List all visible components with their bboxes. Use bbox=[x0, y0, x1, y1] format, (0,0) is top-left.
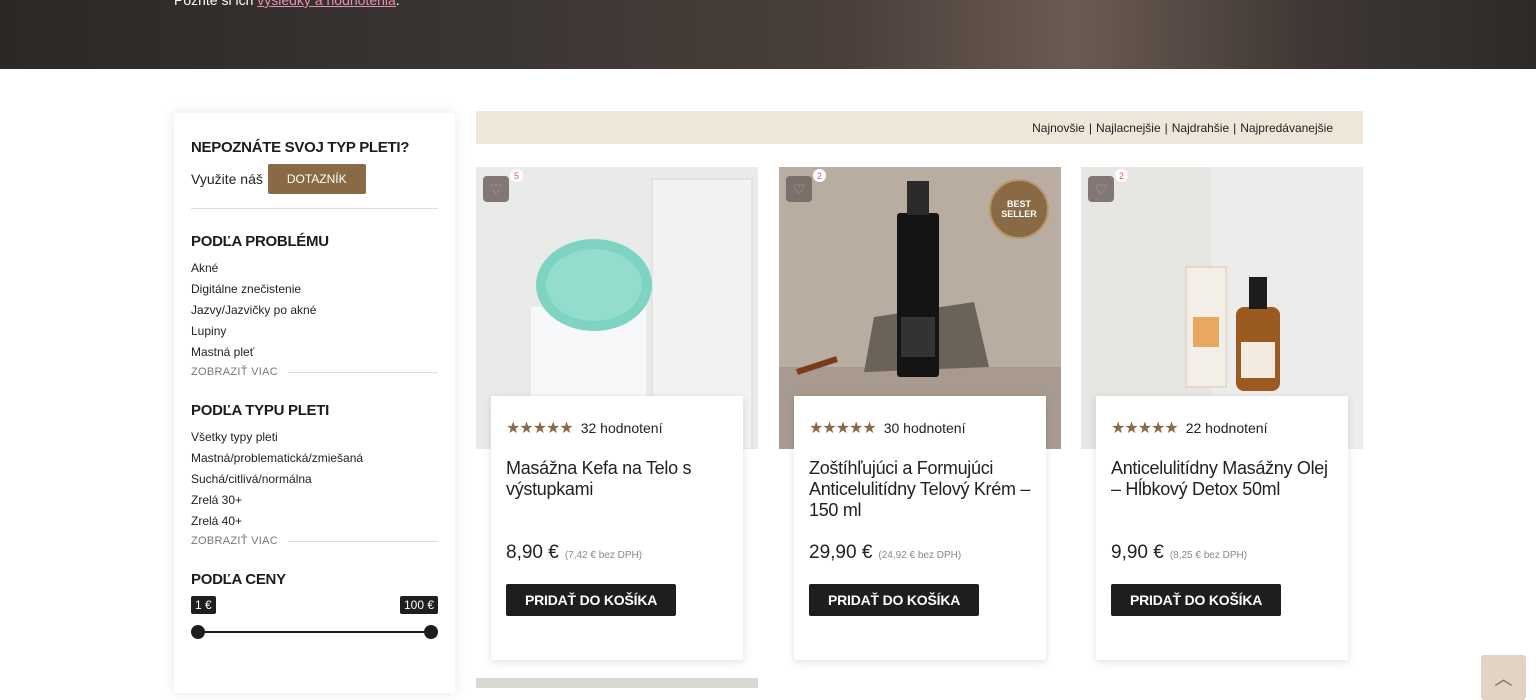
price-slider[interactable] bbox=[191, 625, 438, 639]
show-more-problem[interactable]: ZOBRAZIŤ VIAC bbox=[191, 366, 278, 378]
price-max: 100 € bbox=[399, 596, 438, 614]
filter-price: PODĽA CENY 1 € 100 € bbox=[191, 571, 438, 639]
star-icon: ★★★★★ bbox=[1111, 420, 1179, 437]
heart-icon[interactable]: ♡ bbox=[483, 176, 509, 202]
quiz-button[interactable]: DOTAZNÍK bbox=[267, 164, 366, 194]
filter-option[interactable]: Akné bbox=[191, 258, 438, 279]
filter-skin-list: Všetky typy pleti Mastná/problematická/z… bbox=[191, 427, 438, 532]
wishlist-count: 5 bbox=[510, 169, 523, 182]
divider bbox=[191, 208, 438, 209]
filter-sidebar: NEPOZNÁTE SVOJ TYP PLETI? Využite náš DO… bbox=[174, 113, 455, 693]
star-icon: ★★★★★ bbox=[809, 420, 877, 437]
add-to-cart-button[interactable]: PRIDAŤ DO KOŠÍKA bbox=[506, 584, 677, 616]
price-range-labels: 1 € 100 € bbox=[191, 596, 438, 614]
divider bbox=[288, 540, 438, 542]
chevron-up-icon[interactable]: ︿ bbox=[1481, 655, 1526, 700]
price-row: 29,90 € (24,92 € bez DPH) bbox=[809, 542, 1031, 564]
quiz-heading: NEPOZNÁTE SVOJ TYP PLETI? bbox=[191, 139, 410, 156]
filter-problem-list: Akné Digitálne znečistenie Jazvy/Jazvičk… bbox=[191, 258, 438, 363]
product-card-partial[interactable] bbox=[476, 678, 758, 688]
filter-price-heading: PODĽA CENY bbox=[191, 571, 286, 588]
price-slider-max-handle[interactable] bbox=[424, 625, 438, 639]
add-to-cart-button[interactable]: PRIDAŤ DO KOŠÍKA bbox=[1111, 584, 1282, 616]
star-icon: ★★★★★ bbox=[506, 420, 574, 437]
product-price: 29,90 € bbox=[809, 542, 873, 563]
quiz-prefix: Využite náš bbox=[191, 171, 263, 187]
product-price: 9,90 € bbox=[1111, 542, 1164, 563]
wishlist-count: 2 bbox=[813, 169, 826, 182]
filter-option[interactable]: Suchá/citlivá/normálna bbox=[191, 469, 438, 490]
filter-skin-type: PODĽA TYPU PLETI Všetky typy pleti Mastn… bbox=[191, 402, 438, 547]
price-slider-min-handle[interactable] bbox=[191, 625, 205, 639]
product-price: 8,90 € bbox=[506, 542, 559, 563]
filter-option[interactable]: Zrelá 30+ bbox=[191, 490, 438, 511]
wishlist-count: 2 bbox=[1115, 169, 1128, 182]
product-info: ★★★★★ 22 hodnotení Anticelulitídny Masáž… bbox=[1096, 396, 1348, 660]
sort-bar: Najnovšie | Najlacnejšie | Najdrahšie | … bbox=[476, 111, 1363, 144]
price-row: 9,90 € (8,25 € bez DPH) bbox=[1111, 542, 1333, 564]
sort-cheapest[interactable]: Najlacnejšie bbox=[1096, 121, 1161, 135]
review-count: 22 hodnotení bbox=[1185, 420, 1268, 436]
review-count: 30 hodnotení bbox=[883, 420, 966, 436]
filter-option[interactable]: Všetky typy pleti bbox=[191, 427, 438, 448]
product-title[interactable]: Masážna Kefa na Telo s výstupkami bbox=[506, 458, 728, 542]
filter-option[interactable]: Zrelá 40+ bbox=[191, 511, 438, 532]
quiz-row: Využite náš DOTAZNÍK bbox=[191, 164, 438, 194]
add-to-cart-button[interactable]: PRIDAŤ DO KOŠÍKA bbox=[809, 584, 980, 616]
sort-separator: | bbox=[1164, 120, 1168, 135]
sort-most-expensive[interactable]: Najdrahšie bbox=[1172, 121, 1229, 135]
price-row: 8,90 € (7,42 € bez DPH) bbox=[506, 542, 728, 564]
hero-text-prefix: Pozrite si ich bbox=[174, 0, 254, 8]
filter-option[interactable]: Mastná pleť bbox=[191, 342, 438, 363]
product-rating: ★★★★★ 30 hodnotení bbox=[809, 418, 1031, 438]
product-info: ★★★★★ 32 hodnotení Masážna Kefa na Telo … bbox=[491, 396, 743, 660]
filter-option[interactable]: Jazvy/Jazvičky po akné bbox=[191, 300, 438, 321]
price-slider-track bbox=[198, 631, 431, 633]
hero-text: Pozrite si ich výsledky a hodnotenia. bbox=[174, 0, 400, 8]
product-card: ♡ 2 ★★★★★ 22 hodnotení Anticelulitídny M… bbox=[1081, 167, 1363, 667]
product-title[interactable]: Zoštíhľujúci a Formujúci Anticelulitídny… bbox=[809, 458, 1031, 542]
product-price-net: (8,25 € bez DPH) bbox=[1169, 550, 1248, 561]
results-link[interactable]: výsledky a hodnotenia bbox=[257, 0, 396, 8]
filter-problem-heading: PODĽA PROBLÉMU bbox=[191, 233, 329, 250]
sort-newest[interactable]: Najnovšie bbox=[1032, 121, 1085, 135]
show-more-row: ZOBRAZIŤ VIAC bbox=[191, 366, 438, 378]
sort-separator: | bbox=[1088, 120, 1092, 135]
filter-option[interactable]: Mastná/problematická/zmiešaná bbox=[191, 448, 438, 469]
heart-icon[interactable]: ♡ bbox=[786, 176, 812, 202]
product-info: ★★★★★ 30 hodnotení Zoštíhľujúci a Formuj… bbox=[794, 396, 1046, 660]
product-title[interactable]: Anticelulitídny Masážny Olej – Hĺbkový D… bbox=[1111, 458, 1333, 542]
hero-text-suffix: . bbox=[395, 0, 400, 8]
product-price-net: (24,92 € bez DPH) bbox=[878, 550, 962, 561]
bestseller-badge: BEST SELLER bbox=[989, 179, 1049, 239]
sort-bestselling[interactable]: Najpredávanejšie bbox=[1240, 121, 1333, 135]
product-rating: ★★★★★ 22 hodnotení bbox=[1111, 418, 1333, 438]
product-price-net: (7,42 € bez DPH) bbox=[564, 550, 643, 561]
price-min: 1 € bbox=[191, 596, 216, 614]
product-rating: ★★★★★ 32 hodnotení bbox=[506, 418, 728, 438]
filter-skin-heading: PODĽA TYPU PLETI bbox=[191, 402, 329, 419]
filter-option[interactable]: Lupiny bbox=[191, 321, 438, 342]
hero-banner: Pozrite si ich výsledky a hodnotenia. bbox=[0, 0, 1536, 69]
show-more-row: ZOBRAZIŤ VIAC bbox=[191, 535, 438, 547]
sort-separator: | bbox=[1233, 120, 1237, 135]
product-card: ♡ 2 BEST SELLER ★★★★★ 30 hodnotení Zoští… bbox=[779, 167, 1061, 667]
heart-icon[interactable]: ♡ bbox=[1088, 176, 1114, 202]
filter-option[interactable]: Digitálne znečistenie bbox=[191, 279, 438, 300]
filter-problem: PODĽA PROBLÉMU Akné Digitálne znečisteni… bbox=[191, 233, 438, 378]
show-more-skin[interactable]: ZOBRAZIŤ VIAC bbox=[191, 535, 278, 547]
divider bbox=[288, 371, 438, 373]
product-card: ♡ 5 ★★★★★ 32 hodnotení Masážna Kefa na T… bbox=[476, 167, 758, 667]
review-count: 32 hodnotení bbox=[580, 420, 663, 436]
